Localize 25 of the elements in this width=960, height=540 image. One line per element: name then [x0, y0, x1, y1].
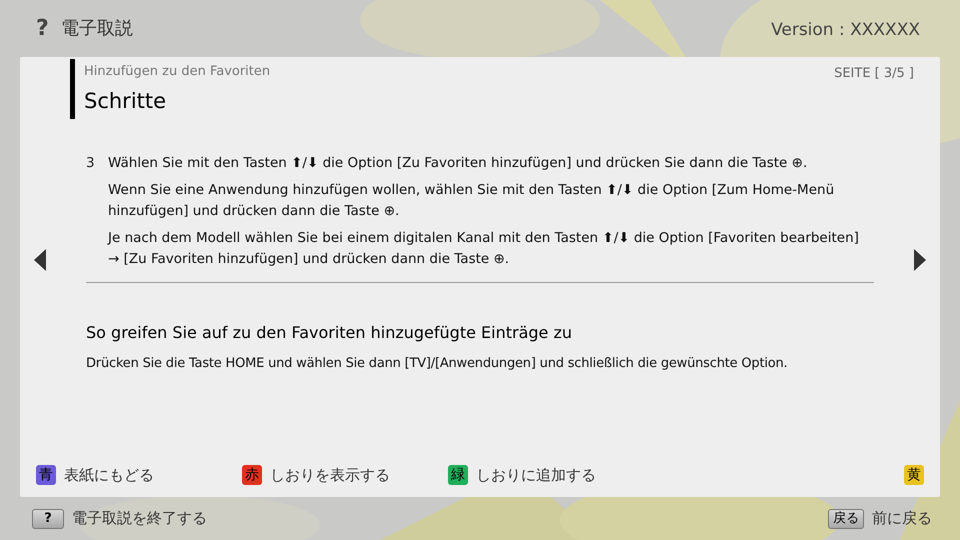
- previous-page-icon[interactable]: [34, 249, 46, 271]
- next-page-icon[interactable]: [914, 249, 926, 271]
- step-text: Wählen Sie mit den Tasten ⬆/⬇ die Option [Zu Favoriten hinzufügen] und drücken Sie dann die Taste ⊕.: [108, 154, 808, 173]
- exit-key[interactable]: ?: [32, 508, 64, 528]
- version-label: Version : XXXXXX: [771, 18, 920, 42]
- color-key-label: 表紙にもどる: [64, 464, 154, 486]
- color-key-label: しおりに追加する: [476, 464, 596, 486]
- step-text: Wenn Sie eine Anwendung hinzufügen wollen, wählen Sie mit den Tasten ⬆/⬇ die Option [Zum Home-Menü hinzufügen] und drücken dann die Taste ⊕.: [108, 181, 836, 221]
- app-title: 電子取説: [60, 17, 133, 41]
- color-key: 緑: [448, 465, 468, 485]
- color-key: 青: [36, 465, 56, 485]
- step-number: 3: [86, 155, 95, 171]
- help-glyph: ?: [36, 15, 49, 43]
- color-key: 赤: [242, 465, 262, 485]
- section-text: Drücken Sie die Taste HOME und wählen Sie dann [TV]/[Anwendungen] und schließlich die gewünschte Option.: [86, 355, 788, 373]
- back-key[interactable]: 戻る: [828, 508, 864, 528]
- color-key-label: しおりを表示する: [270, 464, 390, 486]
- exit-label: 電子取説を終了する: [72, 508, 207, 530]
- breadcrumb: Hinzufügen zu den Favoriten: [84, 63, 270, 81]
- back-label: 前に戻る: [872, 508, 932, 530]
- page-indicator: SEITE [ 3/5 ]: [834, 65, 914, 83]
- section-title: So greifen Sie auf zu den Favoriten hinzugefügte Einträge zu: [86, 322, 573, 344]
- page-heading: Schritte: [84, 88, 168, 114]
- step-text: Je nach dem Modell wählen Sie bei einem digitalen Kanal mit den Tasten ⬆/⬇ die Option [Favoriten bearbeiten] → [Zu Favoriten hinzufügen] und drücken dann die Taste ⊕.: [108, 229, 860, 269]
- color-key: 黄: [904, 465, 924, 485]
